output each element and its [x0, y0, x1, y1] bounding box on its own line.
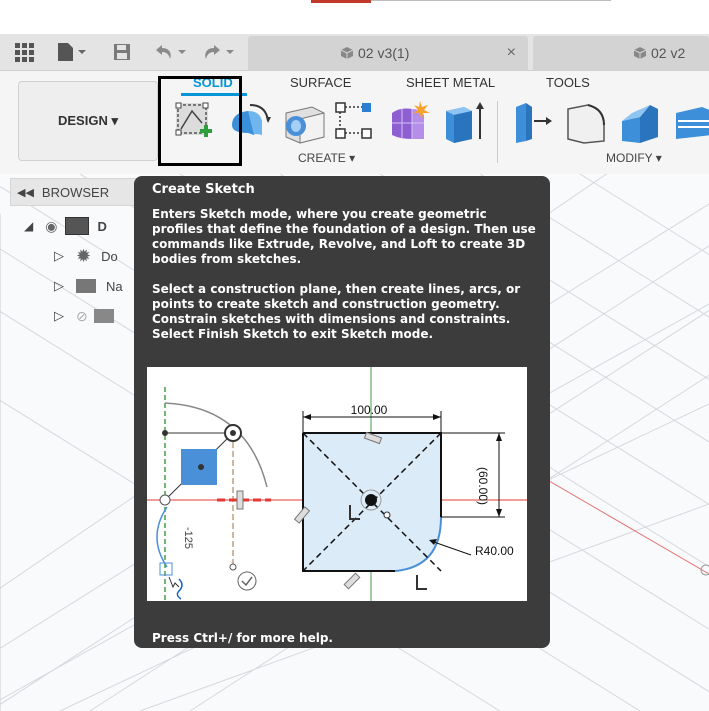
tree-row-label: Na: [106, 278, 123, 294]
tooltip-description: Enters Sketch mode, where you create geo…: [152, 207, 536, 266]
tab-label: 02 v3(1): [358, 45, 410, 61]
tab-surface[interactable]: SURFACE: [290, 75, 351, 90]
tab-tools[interactable]: TOOLS: [546, 75, 590, 90]
tree-row-named-views[interactable]: ▷ Na: [54, 274, 123, 298]
chamfer-icon[interactable]: [618, 99, 658, 143]
expand-triangle-icon[interactable]: ▷: [54, 248, 64, 264]
workspace-switcher[interactable]: DESIGN ▾: [18, 81, 158, 161]
ribbon-separator: [497, 101, 498, 163]
fillet-icon[interactable]: [564, 99, 605, 144]
cube-icon: [633, 46, 647, 60]
document-tab[interactable]: 02 v2: [533, 36, 709, 70]
dim-height-label: (60.00): [476, 467, 490, 505]
tooltip-help-text: Press Ctrl+/ for more help.: [152, 631, 333, 645]
document-tab-active[interactable]: 02 v3(1) ×: [248, 36, 528, 70]
tree-row-origin[interactable]: ▷ ⊘: [54, 304, 114, 328]
create-sketch-tooltip: Create Sketch Enters Sketch mode, where …: [134, 176, 550, 648]
create-group-label[interactable]: CREATE ▾: [298, 151, 355, 165]
hidden-eye-icon[interactable]: ⊘: [76, 308, 88, 325]
expand-triangle-icon[interactable]: ▷: [54, 308, 64, 324]
tree-row-label: Do: [101, 248, 118, 264]
expand-triangle-icon[interactable]: ▷: [54, 278, 64, 294]
tree-row-doc-settings[interactable]: ▷ ✹ Do: [54, 244, 118, 268]
folder-icon: [76, 279, 96, 293]
document-icon: [65, 217, 90, 235]
collapse-panel-icon[interactable]: ◀◀: [17, 186, 34, 199]
tree-row-root[interactable]: ◢ ◉ D: [24, 214, 107, 238]
browser-header[interactable]: ◀◀ BROWSER: [10, 178, 152, 206]
tooltip-title: Create Sketch: [152, 182, 255, 197]
top-strip: [0, 0, 709, 34]
close-tab-icon[interactable]: ×: [507, 44, 516, 62]
tree-row-label: D: [97, 218, 107, 234]
dim-width-label: 100.00: [351, 403, 388, 417]
browser-title: BROWSER: [41, 184, 110, 200]
folder-icon: [93, 309, 114, 323]
pattern-icon[interactable]: [334, 99, 374, 143]
press-pull-icon[interactable]: [510, 99, 552, 143]
title-bar: 02 v3(1) × 02 v2: [0, 34, 709, 71]
top-accent-grey: [371, 0, 611, 1]
dim-side-label: -125: [182, 527, 194, 549]
collapse-triangle-icon[interactable]: ◢: [24, 219, 33, 233]
gear-icon: ✹: [76, 245, 92, 266]
dim-radius-label: R40.00: [475, 544, 514, 558]
modify-group-label[interactable]: MODIFY ▾: [606, 151, 662, 165]
sketch-illustration: -125 100.00 (60.00) R40.00: [147, 367, 527, 601]
create-form-icon[interactable]: [388, 99, 430, 143]
apps-grid-icon[interactable]: [14, 38, 34, 66]
hole-icon[interactable]: [282, 99, 325, 144]
tooltip-instructions: Select a construction plane, then create…: [152, 282, 521, 341]
cube-icon: [340, 46, 354, 60]
create-sketch-highlight: [158, 76, 242, 166]
tab-label: 02 v2: [651, 45, 686, 61]
tab-sheet-metal[interactable]: SHEET METAL: [406, 75, 495, 90]
save-icon[interactable]: [112, 38, 132, 66]
undo-icon[interactable]: [152, 38, 188, 66]
file-menu-icon[interactable]: [56, 38, 88, 66]
shell-icon[interactable]: [672, 99, 709, 143]
ribbon: DESIGN ▾ SOLID SURFACE SHEET METAL TOOLS: [0, 71, 709, 175]
redo-icon[interactable]: [200, 38, 236, 66]
eye-icon[interactable]: ◉: [45, 218, 57, 235]
box-primitive-icon[interactable]: [442, 99, 484, 143]
top-accent-red: [311, 0, 371, 3]
